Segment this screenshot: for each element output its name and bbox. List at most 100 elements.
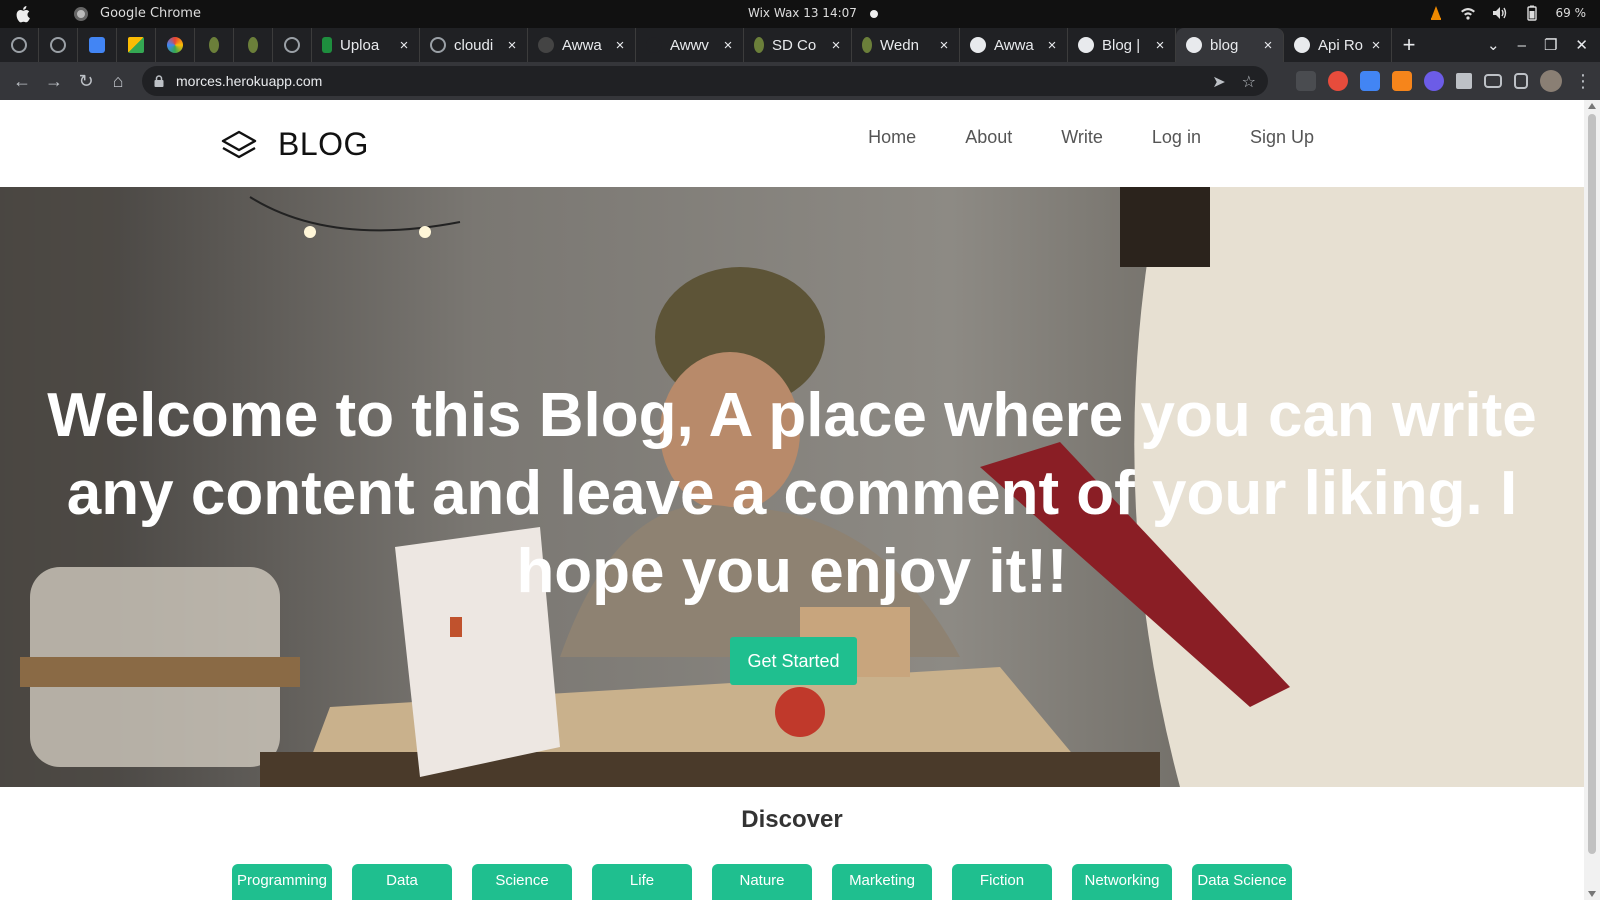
nav-signup[interactable]: Sign Up	[1250, 127, 1314, 148]
category-life[interactable]: Life	[592, 864, 692, 900]
site-brand[interactable]: BLOG	[220, 126, 369, 163]
tab-close-icon[interactable]: ×	[505, 37, 519, 54]
wifi-icon[interactable]	[1460, 5, 1476, 21]
category-data-structures[interactable]: Data Structures	[352, 864, 452, 900]
pinned-tab[interactable]	[195, 28, 234, 62]
category-marketing[interactable]: Marketing	[832, 864, 932, 900]
browser-tab[interactable]: Api Ro ×	[1284, 28, 1392, 62]
discover-heading: Discover	[741, 806, 843, 833]
github-icon	[430, 37, 446, 53]
tab-close-icon[interactable]: ×	[1369, 37, 1383, 54]
extension-dots-icon[interactable]	[1296, 71, 1316, 91]
close-window-icon[interactable]: ✕	[1575, 36, 1588, 54]
nav-home[interactable]: Home	[868, 127, 916, 148]
cast-icon[interactable]	[1484, 74, 1502, 88]
browser-tab-active[interactable]: blog ×	[1176, 28, 1284, 62]
category-science[interactable]: Science	[472, 864, 572, 900]
back-icon[interactable]: ←	[6, 65, 38, 97]
tab-close-icon[interactable]: ×	[721, 37, 735, 54]
scrollbar-thumb[interactable]	[1588, 114, 1596, 854]
forward-icon[interactable]: →	[38, 65, 70, 97]
drive-icon	[128, 37, 144, 53]
tab-close-icon[interactable]: ×	[829, 37, 843, 54]
tab-close-icon[interactable]: ×	[1261, 37, 1275, 54]
extension-translate-icon[interactable]	[1360, 71, 1380, 91]
page-scrollbar[interactable]	[1584, 100, 1600, 900]
palm-tree-icon	[209, 37, 219, 53]
globe-icon	[1078, 37, 1094, 53]
profile-avatar[interactable]	[1540, 70, 1562, 92]
hero-title: Welcome to this Blog, A place where you …	[47, 381, 1537, 606]
window-controls: ⌄ – ❐ ✕	[1487, 28, 1600, 62]
battery-icon[interactable]	[1524, 5, 1540, 21]
address-bar[interactable]: morces.herokuapp.com ➤ ☆	[142, 66, 1268, 96]
restore-icon[interactable]: ❐	[1544, 36, 1557, 54]
category-networking[interactable]: Networking	[1072, 864, 1172, 900]
category-programming[interactable]: Programming	[232, 864, 332, 900]
browser-tab[interactable]: Awwa ×	[960, 28, 1068, 62]
apple-menu-icon[interactable]	[16, 5, 32, 23]
kebab-menu-icon[interactable]: ⋮	[1574, 71, 1592, 92]
main-nav: Home About Write Log in Sign Up	[868, 127, 1314, 148]
home-icon[interactable]: ⌂	[102, 65, 134, 97]
vlc-icon[interactable]	[1428, 5, 1444, 21]
puzzle-icon[interactable]	[1456, 73, 1472, 89]
category-data-science[interactable]: Data Science	[1192, 864, 1292, 900]
browser-tab[interactable]: Awwa ×	[528, 28, 636, 62]
url-text: morces.herokuapp.com	[176, 73, 323, 89]
pinned-tab[interactable]	[117, 28, 156, 62]
github-icon	[284, 37, 300, 53]
colorful-app-icon	[167, 37, 183, 53]
bookmark-star-icon[interactable]: ☆	[1242, 72, 1256, 92]
volume-icon[interactable]	[1492, 5, 1508, 21]
browser-tab[interactable]: SD Co ×	[744, 28, 852, 62]
browser-tab[interactable]: Awwv ×	[636, 28, 744, 62]
send-icon[interactable]: ➤	[1212, 72, 1225, 92]
browser-tab[interactable]: Blog | ×	[1068, 28, 1176, 62]
pinned-tab[interactable]	[39, 28, 78, 62]
tab-close-icon[interactable]: ×	[613, 37, 627, 54]
chrome-icon	[74, 7, 88, 21]
pinned-tab[interactable]	[156, 28, 195, 62]
tab-favicon-icon	[646, 37, 662, 53]
lock-icon[interactable]	[154, 75, 164, 87]
scroll-up-icon[interactable]	[1588, 103, 1596, 109]
layers-logo-icon	[221, 130, 257, 158]
tab-label: blog	[1210, 36, 1239, 54]
extension-circle-icon[interactable]	[1424, 71, 1444, 91]
reload-icon[interactable]: ↻	[70, 65, 102, 97]
scroll-down-icon[interactable]	[1588, 891, 1596, 897]
github-icon	[50, 37, 66, 53]
metamask-icon[interactable]	[1392, 71, 1412, 91]
extension-record-icon[interactable]	[1328, 71, 1348, 91]
category-fiction[interactable]: Fiction	[952, 864, 1052, 900]
tab-label: Api Ro	[1318, 36, 1364, 54]
tab-close-icon[interactable]: ×	[397, 37, 411, 54]
tab-close-icon[interactable]: ×	[1045, 37, 1059, 54]
get-started-button[interactable]: Get Started	[730, 637, 857, 685]
palm-tree-icon	[754, 37, 764, 53]
minimize-icon[interactable]: –	[1518, 37, 1526, 54]
tab-close-icon[interactable]: ×	[1153, 37, 1167, 54]
browser-tab[interactable]: cloudi ×	[420, 28, 528, 62]
pinned-tab[interactable]	[0, 28, 39, 62]
tab-search-icon[interactable]: ⌄	[1487, 36, 1500, 54]
pinned-tab[interactable]	[78, 28, 117, 62]
browser-tab[interactable]: Uploa ×	[312, 28, 420, 62]
pinned-tab[interactable]	[234, 28, 273, 62]
clock[interactable]: Wix Wax 13 14:07	[748, 6, 857, 20]
os-top-bar: Google Chrome Wix Wax 13 14:07 69 %	[0, 0, 1600, 28]
category-nature[interactable]: Nature	[712, 864, 812, 900]
browser-tab[interactable]: Wedn ×	[852, 28, 960, 62]
side-panel-icon[interactable]	[1514, 73, 1528, 89]
active-app-name: Google Chrome	[100, 6, 201, 21]
tab-close-icon[interactable]: ×	[937, 37, 951, 54]
palm-tree-icon	[248, 37, 258, 53]
nav-write[interactable]: Write	[1061, 127, 1103, 148]
pinned-tab[interactable]	[273, 28, 312, 62]
new-tab-button[interactable]: +	[1392, 28, 1426, 62]
hero-section: Welcome to this Blog, A place where you …	[0, 187, 1584, 787]
nav-about[interactable]: About	[965, 127, 1012, 148]
tab-label: Awwv	[670, 36, 709, 54]
nav-login[interactable]: Log in	[1152, 127, 1201, 148]
